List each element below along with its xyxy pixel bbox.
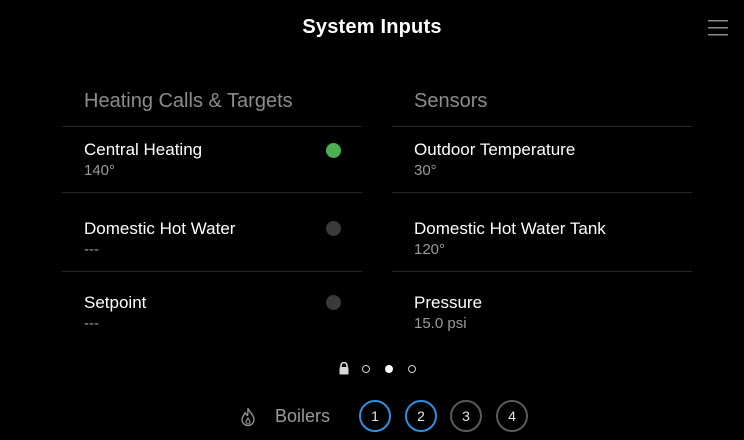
item-label: Domestic Hot Water Tank	[414, 219, 606, 238]
divider	[392, 126, 692, 127]
divider	[392, 192, 692, 193]
item-value: 15.0 psi	[414, 315, 467, 332]
lock-icon[interactable]	[338, 362, 350, 375]
flame-icon	[241, 407, 255, 427]
divider	[62, 126, 362, 127]
item-label: Central Heating	[84, 140, 203, 159]
boiler-4-button[interactable]: 4	[496, 400, 528, 432]
system-inputs-screen: System Inputs Heating Calls & Targets Ce…	[0, 0, 744, 440]
divider	[392, 271, 692, 272]
item-value: 30°	[414, 162, 437, 179]
item-value: 140°	[84, 162, 116, 179]
hamburger-menu-icon	[708, 20, 728, 36]
page-indicator-1[interactable]	[362, 365, 370, 373]
item-value: ---	[84, 241, 99, 258]
status-indicator-on	[326, 143, 341, 158]
item-label: Setpoint	[84, 293, 147, 312]
sensors-section-title: Sensors	[414, 90, 488, 112]
heating-section-title: Heating Calls & Targets	[84, 90, 293, 112]
boiler-2-button[interactable]: 2	[405, 400, 437, 432]
divider	[62, 192, 362, 193]
status-indicator-off	[326, 295, 341, 310]
boiler-1-button[interactable]: 1	[359, 400, 391, 432]
page-indicator-3[interactable]	[408, 365, 416, 373]
page-indicator-2[interactable]	[385, 365, 393, 373]
boilers-label: Boilers	[275, 406, 331, 426]
item-label: Domestic Hot Water	[84, 219, 236, 238]
item-value: ---	[84, 315, 99, 332]
divider	[62, 271, 362, 272]
boiler-3-button[interactable]: 3	[450, 400, 482, 432]
item-label: Pressure	[414, 293, 483, 312]
item-value: 120°	[414, 241, 446, 258]
page-title: System Inputs	[302, 16, 442, 38]
item-label: Outdoor Temperature	[414, 140, 576, 159]
menu-button[interactable]	[706, 17, 730, 39]
status-indicator-off	[326, 221, 341, 236]
